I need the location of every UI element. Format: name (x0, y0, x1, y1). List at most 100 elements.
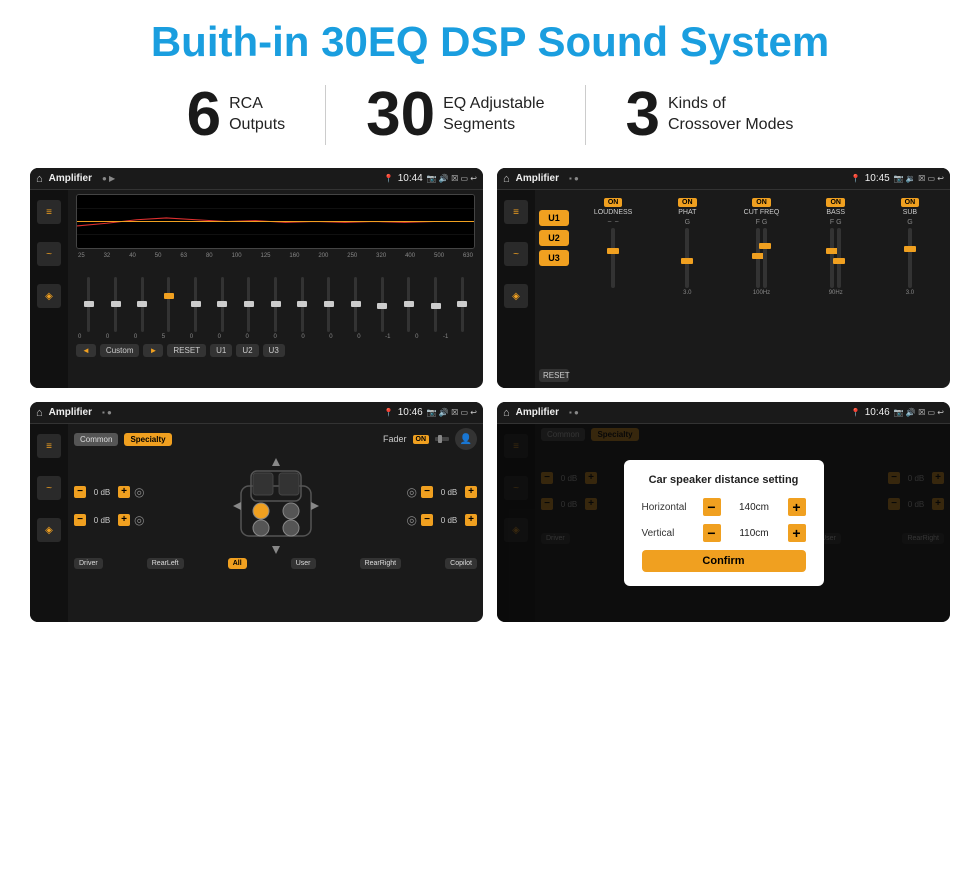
stat-rca-text: RCA Outputs (229, 94, 285, 136)
crossover-area: ON LOUDNESS ~~ ON PHAT G 3.0 (573, 190, 950, 388)
screen2-time: 10:45 (865, 173, 890, 184)
eq-freq-labels: 253240506380100125160200250320400500630 (76, 253, 475, 259)
home-icon3: ⌂ (36, 407, 43, 419)
rl-minus[interactable]: − (74, 514, 86, 526)
screen2-appname: Amplifier (516, 173, 559, 184)
prev-btn[interactable]: ◄ (76, 344, 96, 357)
specialty-btn[interactable]: Specialty (124, 433, 171, 446)
car-diagram (231, 456, 321, 556)
vert-label: Vertical (642, 528, 697, 539)
stat-eq-number: 30 (366, 84, 435, 146)
rearleft-btn[interactable]: RearLeft (147, 558, 184, 569)
eq-area: 253240506380100125160200250320400500630 (68, 190, 483, 388)
screen3-time: 10:46 (398, 407, 423, 418)
slider-col-0 (78, 277, 100, 332)
phat-slider[interactable] (685, 228, 689, 288)
u2-btn[interactable]: U2 (236, 344, 258, 357)
vert-plus-btn[interactable]: + (788, 524, 806, 542)
stat-crossover-text: Kinds of Crossover Modes (668, 94, 793, 136)
horiz-minus-btn[interactable]: − (703, 498, 721, 516)
bass-col: ON BASS FG 90Hz (802, 198, 870, 384)
screen4-topbar: ⌂ Amplifier ▪ ● 📍 10:46 📷 🔊 ☒ ▭ ↩ (497, 402, 950, 424)
screen3-appname: Amplifier (49, 407, 92, 418)
screen-eq: ⌂ Amplifier ● ▶ 📍 10:44 📷 🔊 ☒ ▭ ↩ ≡ ~ ◈ (30, 168, 483, 388)
stat-eq: 30 EQ Adjustable Segments (326, 84, 584, 146)
rl-speaker-control: − 0 dB + ◎ (74, 513, 144, 527)
slider-col-3 (158, 277, 180, 332)
fr-plus[interactable]: + (465, 486, 477, 498)
bass-on[interactable]: ON (826, 198, 845, 207)
eq-graph (76, 194, 475, 249)
rearright-btn[interactable]: RearRight (360, 558, 402, 569)
fader-on[interactable]: ON (413, 435, 430, 444)
u2-channel-btn[interactable]: U2 (539, 230, 569, 246)
loudness-on[interactable]: ON (604, 198, 623, 207)
dialog-title: Car speaker distance setting (642, 474, 806, 486)
rr-plus[interactable]: + (465, 514, 477, 526)
slider-col-5 (211, 277, 233, 332)
screen4-appname: Amplifier (516, 407, 559, 418)
fader-label: Fader (383, 434, 407, 444)
u3-btn[interactable]: U3 (263, 344, 285, 357)
sub-slider[interactable] (908, 228, 912, 288)
u1-channel-btn[interactable]: U1 (539, 210, 569, 226)
sidebar3-wave-icon[interactable]: ~ (37, 476, 61, 500)
fr-minus[interactable]: − (421, 486, 433, 498)
dialog-horizontal-row: Horizontal − 140cm + (642, 498, 806, 516)
user-btn[interactable]: User (291, 558, 316, 569)
rl-plus[interactable]: + (118, 514, 130, 526)
phat-on[interactable]: ON (678, 198, 697, 207)
sub-on[interactable]: ON (901, 198, 920, 207)
cutfreq-slider-f[interactable] (756, 228, 760, 288)
driver-btn[interactable]: Driver (74, 558, 103, 569)
slider-col-9 (318, 277, 340, 332)
horiz-plus-btn[interactable]: + (788, 498, 806, 516)
loudness-label: LOUDNESS (594, 209, 633, 216)
screen-distance: ⌂ Amplifier ▪ ● 📍 10:46 📷 🔊 ☒ ▭ ↩ ≡ ~ ◈ (497, 402, 950, 622)
all-btn[interactable]: All (228, 558, 247, 569)
screen-crossover: ⌂ Amplifier ▪ ● 📍 10:45 📷 🔉 ☒ ▭ ↩ ≡ ~ ◈ … (497, 168, 950, 388)
u3-channel-btn[interactable]: U3 (539, 250, 569, 266)
crossover-reset-btn[interactable]: RESET (539, 369, 569, 382)
screen1-status: 📍 10:44 📷 🔊 ☒ ▭ ↩ (384, 173, 477, 184)
home-icon: ⌂ (36, 173, 43, 185)
screen3-topbar: ⌂ Amplifier ▪ ● 📍 10:46 📷 🔊 ☒ ▭ ↩ (30, 402, 483, 424)
slider-col-13 (425, 277, 447, 332)
next-btn[interactable]: ► (143, 344, 163, 357)
screen1-sidebar: ≡ ~ ◈ (30, 190, 68, 388)
rr-minus[interactable]: − (421, 514, 433, 526)
sidebar-eq-icon[interactable]: ≡ (37, 200, 61, 224)
bass-slider-g[interactable] (837, 228, 841, 288)
vert-minus-btn[interactable]: − (703, 524, 721, 542)
stat-crossover: 3 Kinds of Crossover Modes (586, 84, 834, 146)
copilot-btn[interactable]: Copilot (445, 558, 477, 569)
car-layout: − 0 dB + ◎ − 0 dB + ◎ (74, 456, 477, 556)
fl-minus[interactable]: − (74, 486, 86, 498)
home-icon4: ⌂ (503, 407, 510, 419)
sidebar-speaker-icon[interactable]: ◈ (37, 284, 61, 308)
cutfreq-col: ON CUT FREQ FG 100Hz (727, 198, 795, 384)
reset-btn[interactable]: RESET (167, 344, 206, 357)
slider-col-7 (265, 277, 287, 332)
stat-crossover-number: 3 (626, 84, 660, 146)
u1-btn[interactable]: U1 (210, 344, 232, 357)
screen4-time: 10:46 (865, 407, 890, 418)
cutfreq-on[interactable]: ON (752, 198, 771, 207)
sidebar2-speaker-icon[interactable]: ◈ (504, 284, 528, 308)
sidebar-wave-icon[interactable]: ~ (37, 242, 61, 266)
loudness-slider[interactable] (611, 228, 615, 288)
bass-label: BASS (826, 209, 845, 216)
common-btn[interactable]: Common (74, 433, 118, 446)
cutfreq-slider-g[interactable] (763, 228, 767, 288)
loudness-col: ON LOUDNESS ~~ (579, 198, 647, 384)
eq-sliders (76, 262, 475, 332)
sidebar2-eq-icon[interactable]: ≡ (504, 200, 528, 224)
confirm-button[interactable]: Confirm (642, 550, 806, 572)
eq-val-labels: 00050000000-10-1 (76, 334, 475, 340)
fl-plus[interactable]: + (118, 486, 130, 498)
slider-col-6 (238, 277, 260, 332)
sidebar3-eq-icon[interactable]: ≡ (37, 434, 61, 458)
rl-db-val: 0 dB (88, 516, 116, 525)
sidebar3-speaker-icon[interactable]: ◈ (37, 518, 61, 542)
sidebar2-wave-icon[interactable]: ~ (504, 242, 528, 266)
